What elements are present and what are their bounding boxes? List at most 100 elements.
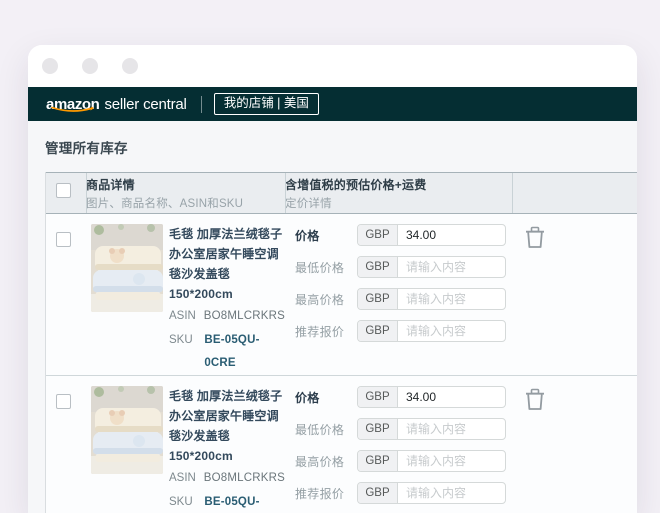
column-title: 商品详情: [86, 177, 135, 192]
currency-prefix: GBP: [358, 387, 398, 407]
currency-prefix: GBP: [358, 321, 398, 341]
traffic-light-dot[interactable]: [122, 58, 138, 74]
suggested-price-input-group: GBP: [357, 482, 506, 504]
asin-label: ASIN: [169, 472, 196, 484]
column-divider: [86, 173, 87, 213]
row-actions-cell: [512, 224, 637, 375]
asin-value: BO8MLCRKRS: [203, 472, 285, 484]
column-title: 含增值税的预估价格+运费: [285, 177, 427, 192]
row-actions-cell: [512, 386, 637, 513]
currency-prefix: GBP: [358, 225, 398, 245]
delete-button[interactable]: [524, 226, 546, 255]
amazon-logo: amazon seller central: [46, 96, 187, 113]
suggested-price-field-row: 推荐报价 GBP: [295, 482, 512, 504]
product-info: 毛毯 加厚法兰绒毯子 办公室居家午睡空调毯沙发盖毯 150*200cm ASIN…: [169, 386, 285, 513]
suggested-price-input[interactable]: [398, 483, 505, 503]
max-price-input-group: GBP: [357, 450, 506, 472]
min-price-label: 最低价格: [295, 422, 345, 437]
row-select-cell: [46, 386, 86, 513]
asin-label: ASIN: [169, 310, 196, 322]
sku-line: SKU BE-05QU-0CRE: [169, 329, 285, 375]
price-field-row: 价格 GBP: [295, 224, 512, 246]
product-info: 毛毯 加厚法兰绒毯子 办公室居家午睡空调毯沙发盖毯 150*200cm ASIN…: [169, 224, 285, 375]
row-checkbox[interactable]: [56, 394, 71, 409]
traffic-light-dot[interactable]: [42, 58, 58, 74]
product-column-header: 商品详情 图片、商品名称、ASIN和SKU: [86, 176, 285, 211]
currency-prefix: GBP: [358, 483, 398, 503]
sku-line: SKU BE-05QU-0CRE: [169, 491, 285, 513]
column-divider: [285, 173, 286, 213]
sku-label: SKU: [169, 496, 193, 508]
price-input[interactable]: [398, 225, 505, 245]
min-price-field-row: 最低价格 GBP: [295, 418, 512, 440]
column-divider: [512, 173, 513, 213]
suggested-price-input-group: GBP: [357, 320, 506, 342]
suggested-price-field-row: 推荐报价 GBP: [295, 320, 512, 342]
pricing-cell: 价格 GBP 最低价格 GBP 最高价格: [285, 386, 512, 513]
row-select-cell: [46, 224, 86, 375]
currency-prefix: GBP: [358, 451, 398, 471]
max-price-label: 最高价格: [295, 454, 345, 469]
max-price-input[interactable]: [398, 289, 505, 309]
asin-line: ASIN BO8MLCRKRS: [169, 305, 285, 328]
suggested-price-label: 推荐报价: [295, 486, 345, 501]
inventory-row: 毛毯 加厚法兰绒毯子 办公室居家午睡空调毯沙发盖毯 150*200cm ASIN…: [46, 214, 637, 376]
product-title[interactable]: 毛毯 加厚法兰绒毯子 办公室居家午睡空调毯沙发盖毯 150*200cm: [169, 386, 285, 466]
min-price-field-row: 最低价格 GBP: [295, 256, 512, 278]
header-divider: [200, 95, 202, 113]
product-image: [91, 386, 163, 474]
price-input-group: GBP: [357, 224, 506, 246]
asin-value: BO8MLCRKRS: [203, 310, 285, 322]
product-title[interactable]: 毛毯 加厚法兰绒毯子 办公室居家午睡空调毯沙发盖毯 150*200cm: [169, 224, 285, 304]
currency-prefix: GBP: [358, 289, 398, 309]
delete-button[interactable]: [524, 388, 546, 417]
product-cell: 毛毯 加厚法兰绒毯子 办公室居家午睡空调毯沙发盖毯 150*200cm ASIN…: [86, 224, 285, 375]
seller-central-wordmark: seller central: [104, 95, 187, 113]
min-price-label: 最低价格: [295, 260, 345, 275]
trash-icon: [526, 388, 544, 410]
suggested-price-label: 推荐报价: [295, 324, 345, 339]
max-price-input-group: GBP: [357, 288, 506, 310]
select-all-cell: [46, 183, 86, 203]
min-price-input[interactable]: [398, 257, 505, 277]
price-field-row: 价格 GBP: [295, 386, 512, 408]
min-price-input-group: GBP: [357, 418, 506, 440]
min-price-input[interactable]: [398, 419, 505, 439]
product-cell: 毛毯 加厚法兰绒毯子 办公室居家午睡空调毯沙发盖毯 150*200cm ASIN…: [86, 386, 285, 513]
suggested-price-input[interactable]: [398, 321, 505, 341]
price-label: 价格: [295, 228, 320, 243]
browser-window: amazon seller central 我的店铺 | 美国 管理所有库存 商…: [28, 45, 637, 513]
sku-value[interactable]: BE-05QU-0CRE: [204, 329, 285, 375]
max-price-field-row: 最高价格 GBP: [295, 450, 512, 472]
app-header: amazon seller central 我的店铺 | 美国: [28, 87, 637, 121]
select-all-checkbox[interactable]: [56, 183, 71, 198]
max-price-field-row: 最高价格 GBP: [295, 288, 512, 310]
row-checkbox[interactable]: [56, 232, 71, 247]
store-country-badge[interactable]: 我的店铺 | 美国: [213, 93, 319, 115]
window-titlebar: [28, 45, 637, 87]
traffic-light-dot[interactable]: [82, 58, 98, 74]
currency-prefix: GBP: [358, 257, 398, 277]
currency-prefix: GBP: [358, 419, 398, 439]
pricing-cell: 价格 GBP 最低价格 GBP 最高价格: [285, 224, 512, 375]
amazon-smile-icon: [51, 106, 95, 112]
price-column-header: 含增值税的预估价格+运费 定价详情: [285, 176, 512, 211]
page-title: 管理所有库存: [45, 141, 128, 156]
max-price-input[interactable]: [398, 451, 505, 471]
sku-label: SKU: [169, 334, 193, 346]
min-price-input-group: GBP: [357, 256, 506, 278]
max-price-label: 最高价格: [295, 292, 345, 307]
page-content: 管理所有库存 商品详情 图片、商品名称、ASIN和SKU 含增值税的预估价格+运…: [28, 121, 637, 513]
price-input[interactable]: [398, 387, 505, 407]
product-image: [91, 224, 163, 312]
column-subtitle: 定价详情: [285, 197, 332, 210]
table-header-row: 商品详情 图片、商品名称、ASIN和SKU 含增值税的预估价格+运费 定价详情: [46, 172, 637, 214]
inventory-table: 商品详情 图片、商品名称、ASIN和SKU 含增值税的预估价格+运费 定价详情: [45, 172, 637, 513]
inventory-row: 毛毯 加厚法兰绒毯子 办公室居家午睡空调毯沙发盖毯 150*200cm ASIN…: [46, 376, 637, 513]
asin-line: ASIN BO8MLCRKRS: [169, 467, 285, 490]
sku-value[interactable]: BE-05QU-0CRE: [204, 491, 285, 513]
price-input-group: GBP: [357, 386, 506, 408]
price-label: 价格: [295, 390, 320, 405]
column-subtitle: 图片、商品名称、ASIN和SKU: [86, 197, 244, 210]
trash-icon: [526, 226, 544, 248]
